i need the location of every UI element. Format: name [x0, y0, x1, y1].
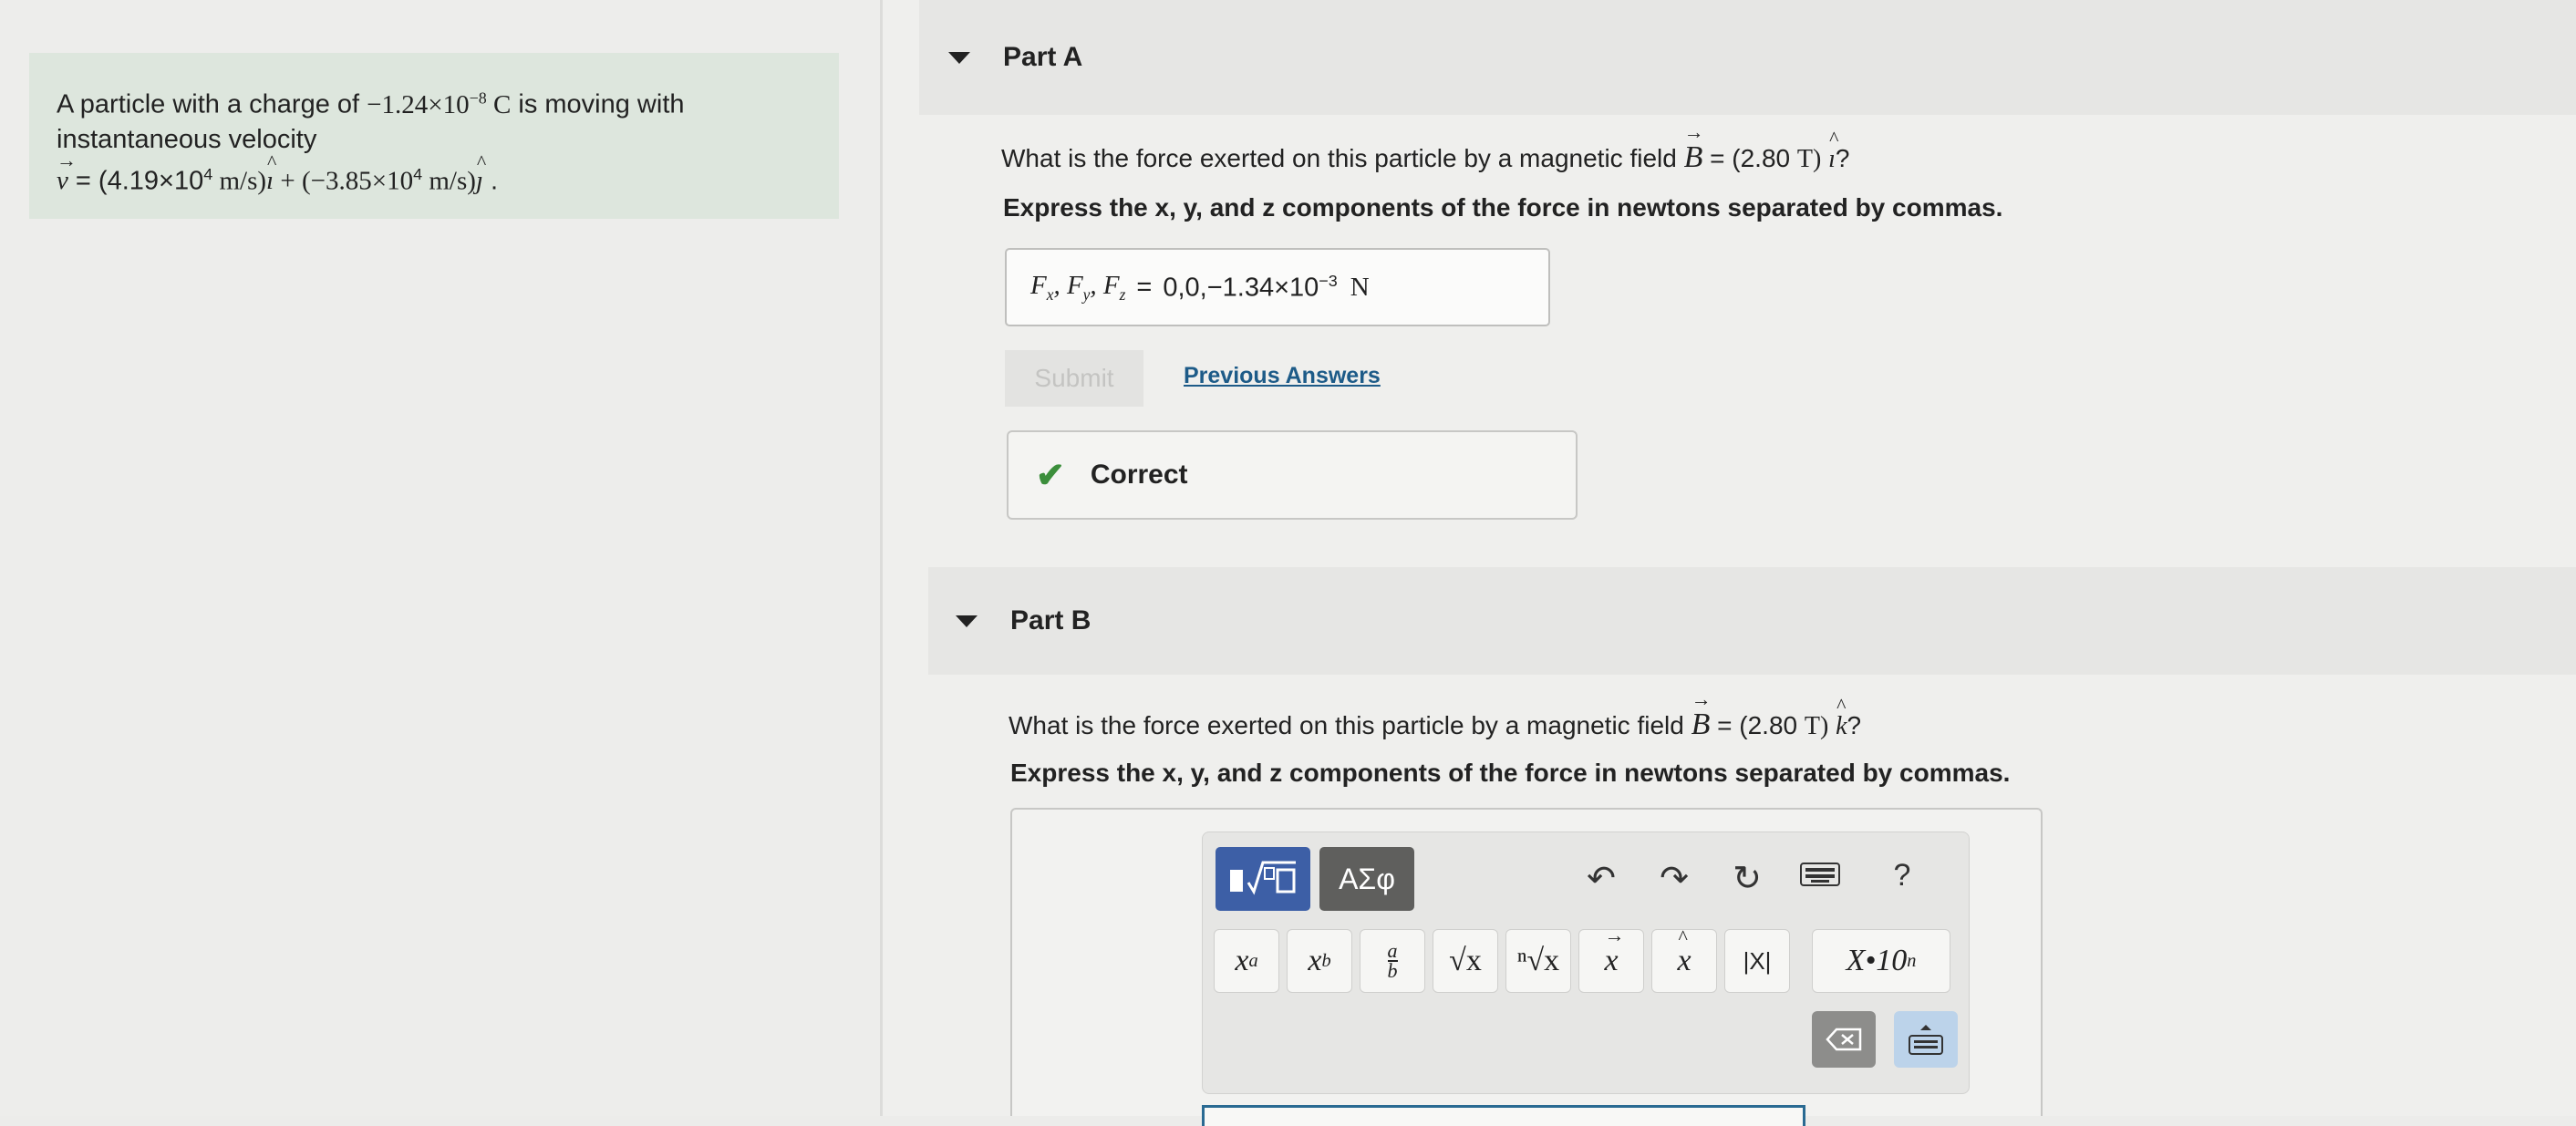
absolute-value-key[interactable]: |X| [1724, 929, 1790, 993]
sqrt-key[interactable]: √x [1433, 929, 1498, 993]
problem-column: A particle with a charge of −1.24×10−8 C… [0, 0, 880, 1116]
undo-icon[interactable]: ↶ [1578, 858, 1624, 899]
math-palette: ΑΣφ ↶ ↷ ↻ ? xa xb ab √x ⁿ√x x x |X| X•10… [1202, 832, 1970, 1094]
greek-tab[interactable]: ΑΣφ [1319, 847, 1414, 911]
nth-root-key[interactable]: ⁿ√x [1505, 929, 1571, 993]
redo-icon[interactable]: ↷ [1651, 858, 1697, 899]
backspace-button[interactable] [1812, 1011, 1876, 1068]
keyboard-icon[interactable] [1797, 858, 1843, 897]
answer-value: 0,0,−1.34×10−3 [1163, 271, 1338, 303]
part-b-header[interactable]: Part B [928, 567, 2576, 675]
part-a-answer-display: Fx, Fy, Fz = 0,0,−1.34×10−3 N [1005, 248, 1550, 326]
part-b-instruction: Express the x, y, and z components of th… [1010, 759, 2011, 787]
scientific-notation-key[interactable]: X•10 n [1812, 929, 1950, 993]
help-icon[interactable]: ? [1879, 858, 1925, 894]
previous-answers-link[interactable]: Previous Answers [1184, 363, 1381, 389]
templates-icon [1230, 861, 1296, 895]
vector-key[interactable]: x [1578, 924, 1644, 993]
velocity-expression: v = (4.19×104 m/s)ı + (−3.85×104 m/s)ȷ . [57, 143, 812, 199]
part-a-instruction: Express the x, y, and z components of th… [1003, 193, 2003, 222]
caret-down-icon[interactable] [948, 51, 970, 64]
reset-icon[interactable]: ↻ [1724, 858, 1770, 899]
problem-text: A particle with a charge of [57, 89, 367, 119]
problem-statement: A particle with a charge of −1.24×10−8 C… [29, 53, 839, 219]
checkmark-icon: ✔ [1036, 456, 1065, 495]
subscript-key[interactable]: xb [1287, 929, 1352, 993]
power-key[interactable]: xa [1214, 929, 1279, 993]
templates-tab[interactable] [1216, 847, 1310, 911]
problem-text: is moving with [511, 89, 685, 119]
part-b-label: Part B [1010, 605, 1091, 635]
fraction-key[interactable]: ab [1360, 929, 1425, 993]
unit-vector-key[interactable]: x [1651, 925, 1717, 993]
submit-button[interactable]: Submit [1005, 350, 1143, 407]
correct-feedback: ✔ Correct [1007, 430, 1578, 520]
part-b-question: What is the force exerted on this partic… [1009, 687, 1861, 742]
part-a-label: Part A [1003, 42, 1083, 72]
equals-sign: = [1136, 272, 1153, 302]
backspace-icon [1826, 1028, 1862, 1051]
keyboard-toggle-button[interactable] [1894, 1011, 1958, 1068]
answer-label: Fx, Fy, Fz [1030, 270, 1126, 304]
part-a-question: What is the force exerted on this partic… [1001, 120, 1849, 175]
charge-value: −1.24×10−8 C [367, 88, 512, 119]
caret-down-icon[interactable] [956, 615, 978, 627]
problem-text: instantaneous velocity [57, 124, 317, 154]
part-a-header[interactable]: Part A [919, 0, 2576, 115]
answer-unit: N [1350, 272, 1370, 302]
feedback-text: Correct [1090, 460, 1188, 490]
keyboard-up-icon [1909, 1025, 1943, 1055]
